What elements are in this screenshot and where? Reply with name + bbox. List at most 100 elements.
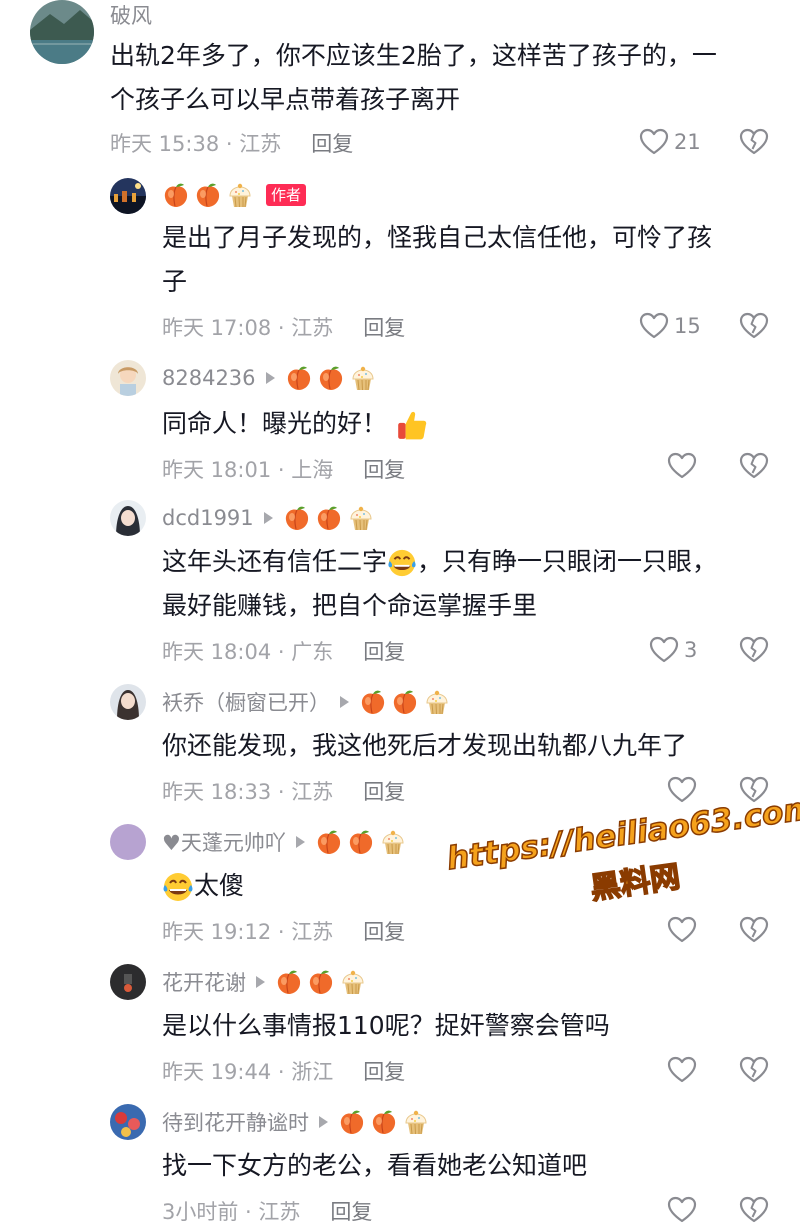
reply-button[interactable]: 回复 — [363, 1056, 405, 1086]
cupcake-icon — [347, 504, 375, 532]
reply-button[interactable]: 回复 — [330, 1196, 372, 1226]
peach-icon — [315, 828, 343, 856]
purple-avatar-icon[interactable] — [110, 824, 146, 860]
dislike-button[interactable] — [738, 914, 770, 950]
peach-icon — [315, 504, 343, 532]
peach-icon — [307, 968, 335, 996]
anime-avatar-icon[interactable] — [110, 500, 146, 536]
heart-icon — [648, 634, 680, 666]
like-button[interactable] — [666, 914, 698, 946]
time-location: 昨天 19:12 · 江苏 — [162, 920, 334, 944]
cartoon-girl-avatar-icon[interactable] — [110, 360, 146, 396]
like-button[interactable]: 15 — [638, 310, 701, 342]
comment-line: 太傻 — [194, 871, 245, 900]
username[interactable]: 8284236 — [162, 366, 256, 390]
broken-heart-icon — [738, 126, 770, 158]
comment-text: 太傻 — [162, 864, 244, 908]
username[interactable]: 待到花开静谧时 — [162, 1107, 309, 1137]
reply-button[interactable]: 回复 — [363, 312, 405, 342]
comment-meta: 昨天 19:44 · 浙江 回复 — [162, 1056, 405, 1086]
play-icon — [265, 372, 275, 384]
dislike-button[interactable] — [738, 1194, 770, 1230]
username[interactable]: ♥天蓬元帅吖 — [162, 827, 286, 857]
comment-line: ，只有睁一只眼闭一只眼， — [417, 547, 718, 576]
city-night-avatar-icon[interactable] — [110, 178, 146, 214]
like-count: 3 — [684, 638, 698, 662]
play-icon — [340, 696, 349, 708]
broken-heart-icon — [738, 1194, 770, 1226]
like-button[interactable] — [666, 1054, 698, 1086]
comment-meta: 昨天 15:38 · 江苏 回复 — [110, 128, 353, 158]
heart-icon — [666, 914, 698, 946]
comment-line: 出轨2年多了，你不应该生2胎了，这样苦了孩子的，一 — [110, 41, 717, 70]
reply-button[interactable]: 回复 — [363, 454, 405, 484]
comment-meta: 昨天 18:01 · 上海 回复 — [162, 454, 405, 484]
heart-icon — [666, 774, 698, 806]
heart-icon — [666, 450, 698, 482]
comment-line: 是出了月子发现的，怪我自己太信任他，可怜了孩 — [162, 223, 713, 252]
username-row: 破风 — [110, 0, 152, 30]
username[interactable]: 破风 — [110, 0, 152, 30]
watermark-name: 黑料网 — [588, 859, 683, 908]
comment-meta: 3小时前 · 江苏 回复 — [162, 1196, 372, 1226]
reply-button[interactable]: 回复 — [363, 916, 405, 946]
reply-button[interactable]: 回复 — [311, 128, 353, 158]
comment-meta: 昨天 19:12 · 江苏 回复 — [162, 916, 405, 946]
dark-avatar-icon[interactable] — [110, 964, 146, 1000]
time-location: 昨天 15:38 · 江苏 — [110, 132, 282, 156]
author-tag: 作者 — [266, 184, 307, 206]
reply-button[interactable]: 回复 — [363, 776, 405, 806]
comment-text: 是以什么事情报110呢？捉奸警察会管吗 — [162, 1004, 610, 1048]
woman-avatar-icon[interactable] — [110, 684, 146, 720]
cupcake-icon — [226, 181, 254, 209]
comment-line: 你还能发现，我这他死后才发现出轨都八九年了 — [162, 731, 688, 760]
landscape-avatar-icon[interactable] — [30, 0, 94, 64]
dislike-button[interactable] — [738, 634, 770, 670]
crying-laugh-icon — [162, 871, 194, 903]
heart-icon — [638, 310, 670, 342]
time-location: 昨天 18:04 · 广东 — [162, 640, 334, 664]
dislike-button[interactable] — [738, 310, 770, 346]
peach-icon — [162, 181, 190, 209]
comment-meta: 昨天 18:33 · 江苏 回复 — [162, 776, 405, 806]
username[interactable]: 花开花谢 — [162, 967, 246, 997]
like-button[interactable] — [666, 774, 698, 806]
broken-heart-icon — [738, 634, 770, 666]
like-button[interactable] — [666, 1194, 698, 1226]
dislike-button[interactable] — [738, 774, 770, 810]
like-button[interactable]: 3 — [648, 634, 697, 666]
like-count: 21 — [674, 130, 701, 154]
username-row: 待到花开静谧时 — [162, 1107, 434, 1137]
comment-text: 这年头还有信任二字 ，只有睁一只眼闭一只眼， 最好能赚钱，把自个命运掌握手里 — [162, 540, 717, 628]
username[interactable]: dcd1991 — [162, 506, 254, 530]
like-button[interactable]: 21 — [638, 126, 701, 158]
broken-heart-icon — [738, 774, 770, 806]
peach-icon — [194, 181, 222, 209]
like-button[interactable] — [666, 450, 698, 482]
crying-laugh-icon — [387, 548, 417, 578]
dislike-button[interactable] — [738, 450, 770, 486]
flowers-avatar-icon[interactable] — [110, 1104, 146, 1140]
username-row: 袄乔（橱窗已开） — [162, 687, 455, 717]
thumbs-up-icon — [395, 408, 429, 442]
peach-icon — [317, 364, 345, 392]
play-icon — [295, 836, 305, 848]
play-icon — [263, 512, 273, 524]
reply-button[interactable]: 回复 — [363, 636, 405, 666]
heart-icon — [666, 1054, 698, 1086]
dislike-button[interactable] — [738, 126, 770, 162]
comment-line: 最好能赚钱，把自个命运掌握手里 — [162, 591, 538, 620]
username-row: 花开花谢 — [162, 967, 371, 997]
time-location: 昨天 17:08 · 江苏 — [162, 316, 334, 340]
comment-line: 子 — [162, 267, 188, 296]
heart-icon — [638, 126, 670, 158]
comment-text: 出轨2年多了，你不应该生2胎了，这样苦了孩子的，一 个孩子么可以早点带着孩子离开 — [110, 34, 717, 122]
play-icon — [319, 1116, 328, 1128]
peach-icon — [283, 504, 311, 532]
cupcake-icon — [339, 968, 367, 996]
peach-icon — [359, 688, 387, 716]
dislike-button[interactable] — [738, 1054, 770, 1090]
comment-line: 这年头还有信任二字 — [162, 547, 388, 576]
username[interactable]: 袄乔（橱窗已开） — [162, 687, 330, 717]
broken-heart-icon — [738, 310, 770, 342]
